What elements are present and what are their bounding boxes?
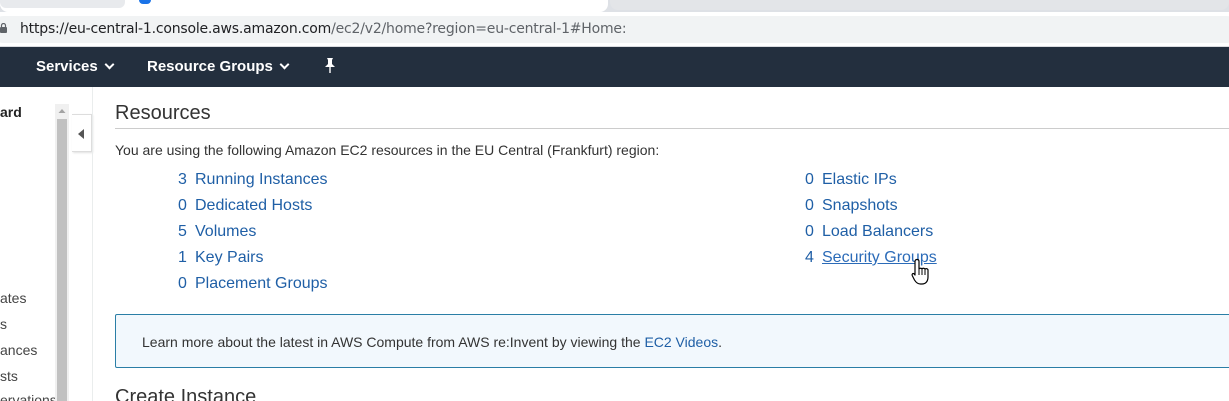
resource-link-key-pairs[interactable]: 1 Key Pairs [178, 249, 263, 267]
chevron-down-icon [279, 59, 290, 70]
resource-label: Snapshots [822, 197, 898, 214]
info-text: Learn more about the latest in AWS Compu… [142, 334, 645, 350]
resource-label: Volumes [195, 223, 257, 240]
sidebar-item-templates[interactable]: ates [0, 290, 26, 306]
sidebar-item-dedicated-hosts[interactable]: sts [0, 368, 18, 384]
resource-label: Placement Groups [195, 275, 328, 292]
browser-tab-strip [0, 0, 1229, 12]
resource-link-load-balancers[interactable]: 0 Load Balancers [805, 223, 933, 241]
chevron-down-icon [104, 59, 115, 70]
chevron-left-icon [78, 129, 84, 139]
services-label: Services [36, 58, 98, 75]
resource-label: Load Balancers [822, 223, 934, 240]
info-banner: Learn more about the latest in AWS Compu… [115, 314, 1229, 368]
info-suffix: . [718, 334, 723, 350]
resource-label: Dedicated Hosts [195, 197, 313, 214]
url-text[interactable]: https://eu-central-1.console.aws.amazon.… [20, 21, 627, 37]
resource-count: 4 [805, 249, 814, 266]
resource-link-dedicated-hosts[interactable]: 0 Dedicated Hosts [178, 197, 312, 215]
tab-favicon-icon [139, 0, 151, 4]
resource-label: Elastic IPs [822, 171, 897, 188]
sidebar-item-reserved-instances[interactable]: ances [0, 342, 37, 358]
sidebar-item-dashboard[interactable]: ard [0, 104, 22, 120]
resources-description: You are using the following Amazon EC2 r… [115, 142, 660, 158]
sidebar-item-spot-requests[interactable]: s [0, 316, 7, 332]
scroll-up-arrow-icon[interactable] [55, 104, 69, 118]
lock-icon[interactable] [0, 23, 7, 33]
url-path: /ec2/v2/home?region=eu-central-1#Home: [331, 21, 627, 37]
resource-count: 3 [178, 171, 187, 188]
resource-link-elastic-ips[interactable]: 0 Elastic IPs [805, 171, 897, 189]
resource-label: Running Instances [195, 171, 328, 188]
resources-divider [115, 128, 1229, 129]
resources-heading: Resources [115, 102, 211, 124]
pin-icon[interactable] [322, 57, 338, 75]
resource-link-running-instances[interactable]: 3 Running Instances [178, 171, 328, 189]
url-host: https://eu-central-1.console.aws.amazon.… [20, 21, 332, 37]
resource-count: 0 [805, 171, 814, 188]
sidebar-item-scheduled-reservations[interactable]: ervations [0, 392, 57, 401]
aws-top-nav: Services Resource Groups [0, 47, 1229, 87]
browser-tab-next[interactable] [610, 0, 1229, 10]
info-banner-text: Learn more about the latest in AWS Compu… [142, 334, 722, 350]
resource-count: 5 [178, 223, 187, 240]
hand-pointer-cursor-icon [911, 258, 929, 285]
resource-count: 0 [178, 275, 187, 292]
resource-count: 1 [178, 249, 187, 266]
resource-groups-label: Resource Groups [147, 58, 273, 75]
services-menu[interactable]: Services [36, 58, 115, 75]
sidebar-scrollbar-thumb[interactable] [57, 119, 67, 401]
resource-link-placement-groups[interactable]: 0 Placement Groups [178, 275, 328, 293]
create-instance-heading: Create Instance [115, 386, 257, 401]
resource-count: 0 [805, 223, 814, 240]
address-bar: https://eu-central-1.console.aws.amazon.… [0, 12, 1229, 47]
browser-tab-previous[interactable] [0, 0, 125, 8]
ec2-videos-link[interactable]: EC2 Videos [644, 334, 718, 350]
resource-link-volumes[interactable]: 5 Volumes [178, 223, 256, 241]
resource-label: Key Pairs [195, 249, 264, 266]
sidebar-divider [92, 87, 93, 401]
resource-link-snapshots[interactable]: 0 Snapshots [805, 197, 898, 215]
browser-tab-active[interactable] [0, 0, 608, 12]
resource-count: 0 [178, 197, 187, 214]
resource-count: 0 [805, 197, 814, 214]
collapse-sidebar-button[interactable] [72, 114, 92, 152]
resource-groups-menu[interactable]: Resource Groups [147, 58, 290, 75]
